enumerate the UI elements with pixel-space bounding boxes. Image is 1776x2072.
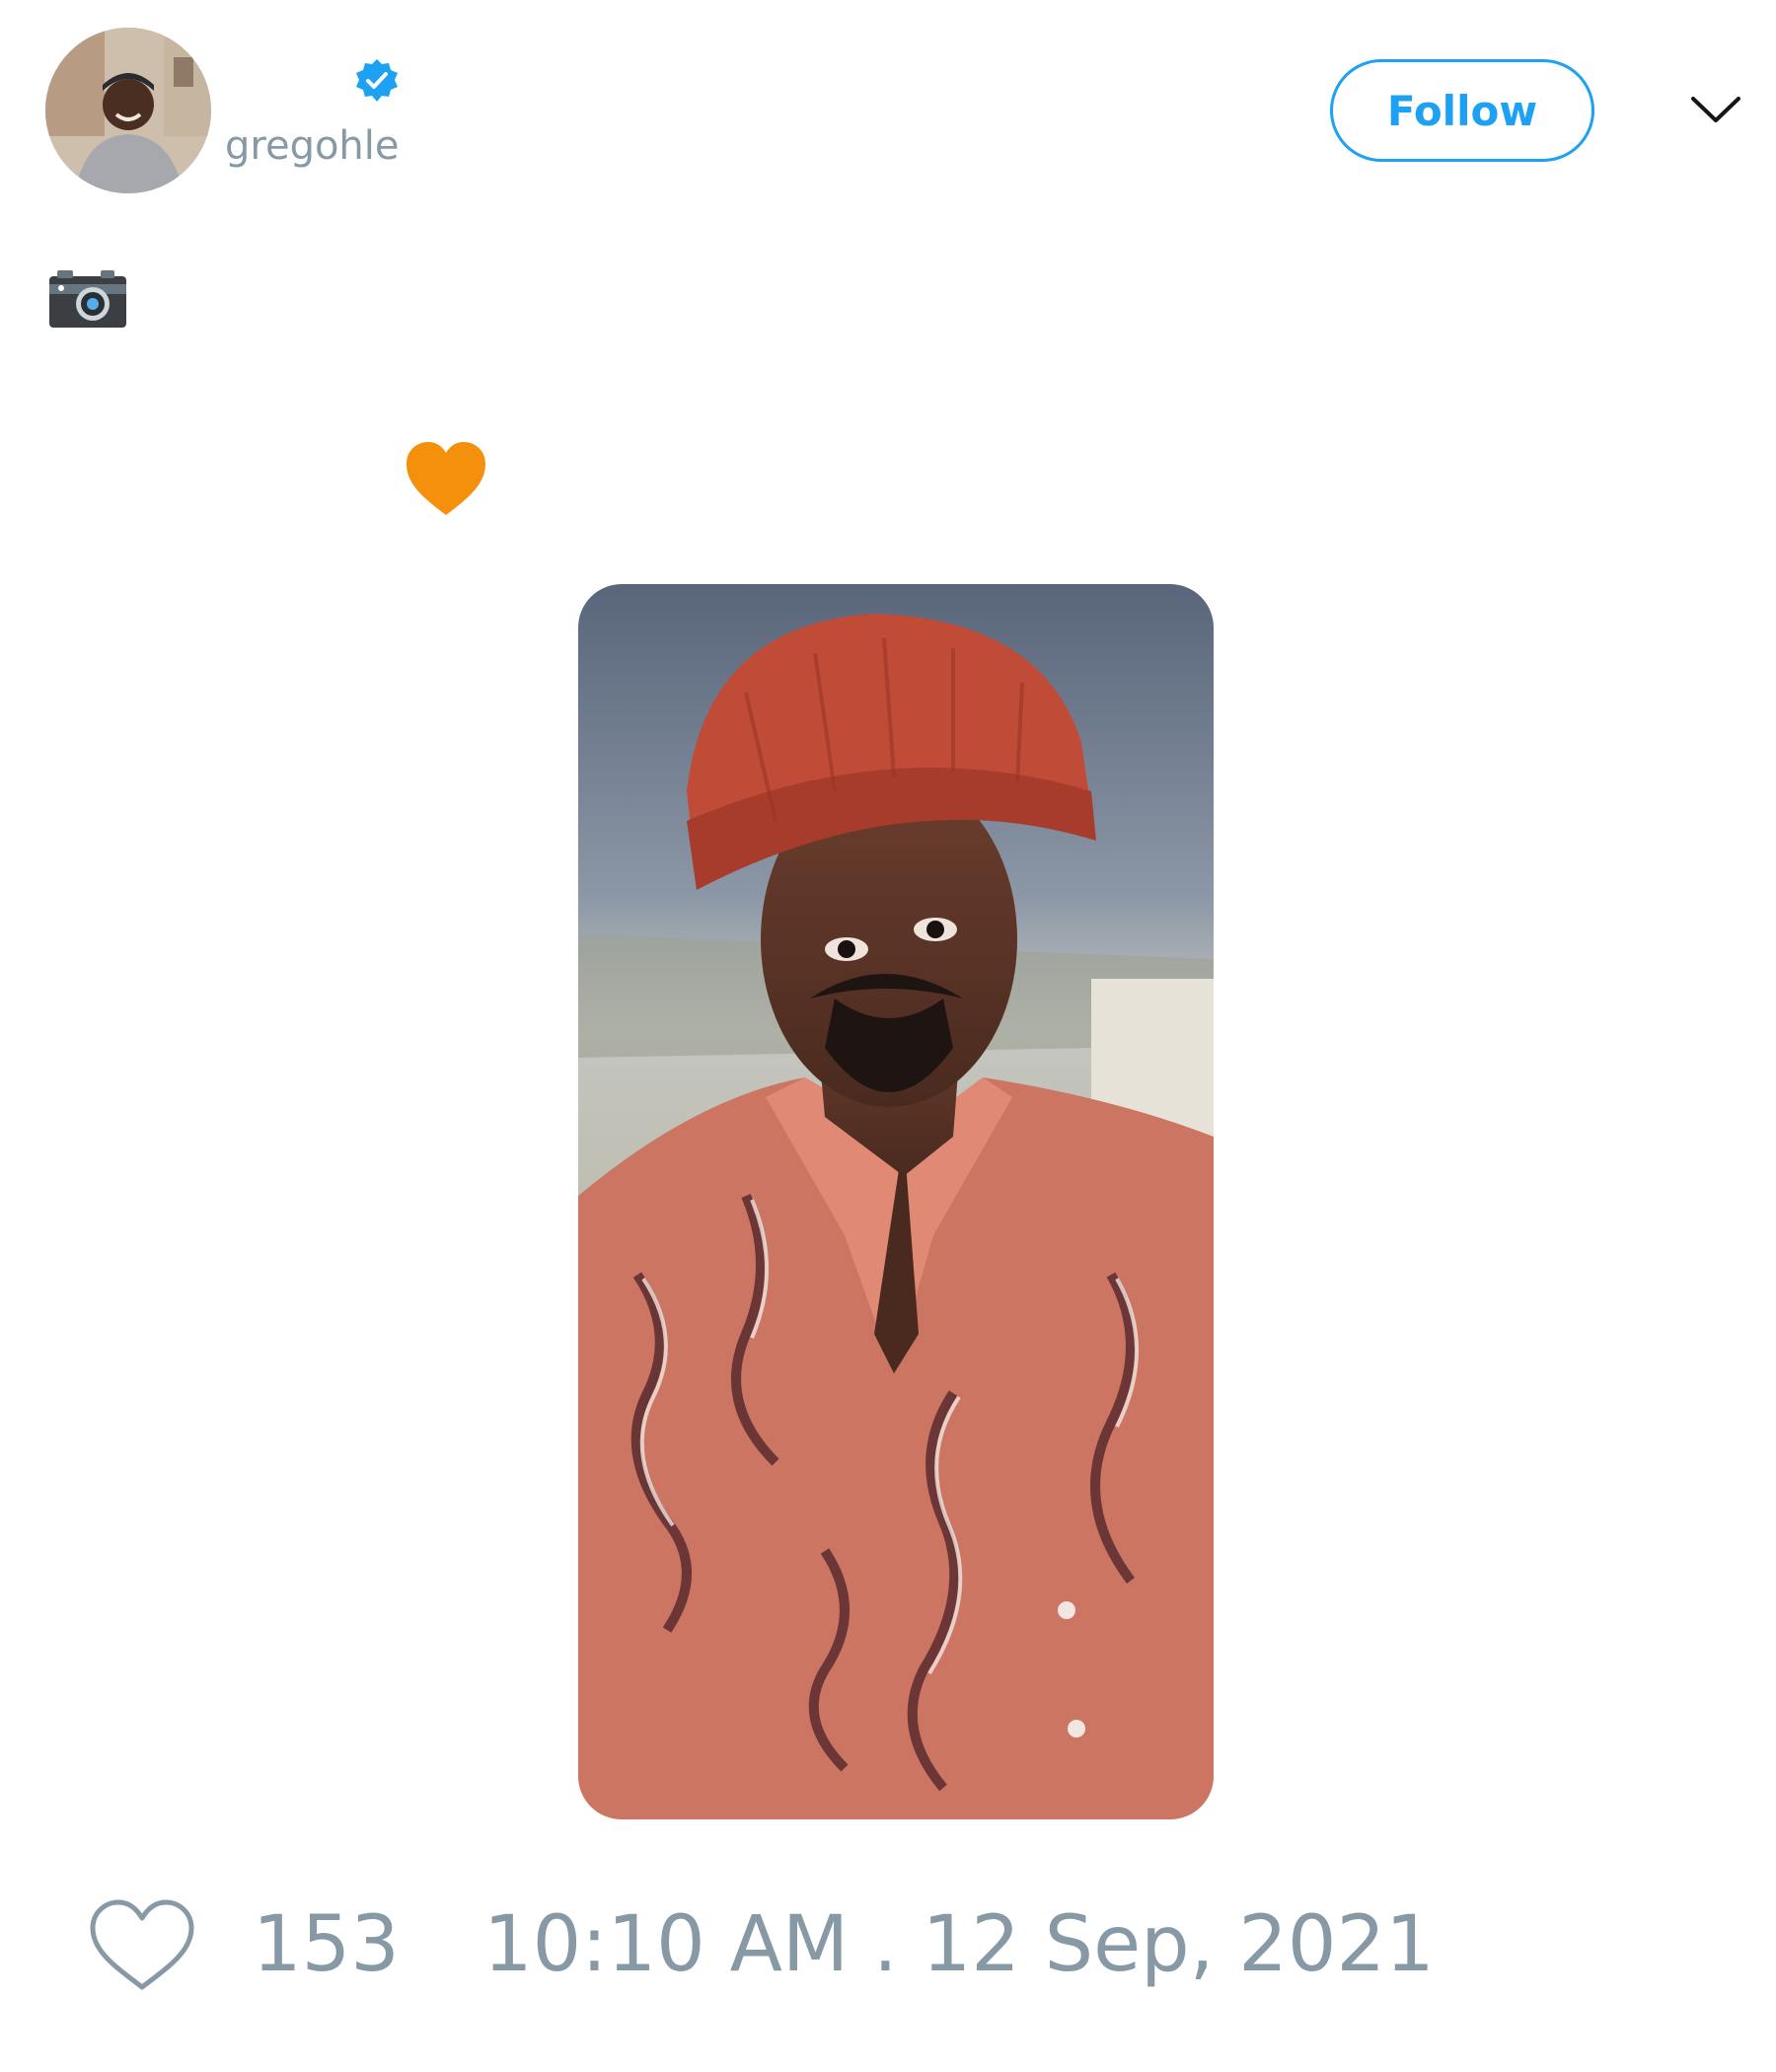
avatar-image — [45, 28, 211, 193]
photo-image — [578, 584, 1214, 1819]
author-avatar[interactable] — [45, 28, 211, 193]
author-handle[interactable]: gregohle — [225, 126, 400, 166]
tweet-timestamp[interactable]: 10:10 AM . 12 Sep, 2021 — [483, 1906, 1435, 1983]
camera-emoji-icon — [49, 270, 126, 328]
verified-badge-icon — [356, 59, 398, 102]
orange-heart-emoji-icon — [407, 442, 485, 515]
like-count: 153 — [253, 1900, 400, 1989]
like-heart-icon[interactable] — [87, 1896, 197, 1995]
chevron-down-icon[interactable] — [1689, 89, 1742, 130]
follow-button[interactable]: Follow — [1330, 59, 1594, 162]
tweet-photo[interactable] — [578, 584, 1214, 1819]
